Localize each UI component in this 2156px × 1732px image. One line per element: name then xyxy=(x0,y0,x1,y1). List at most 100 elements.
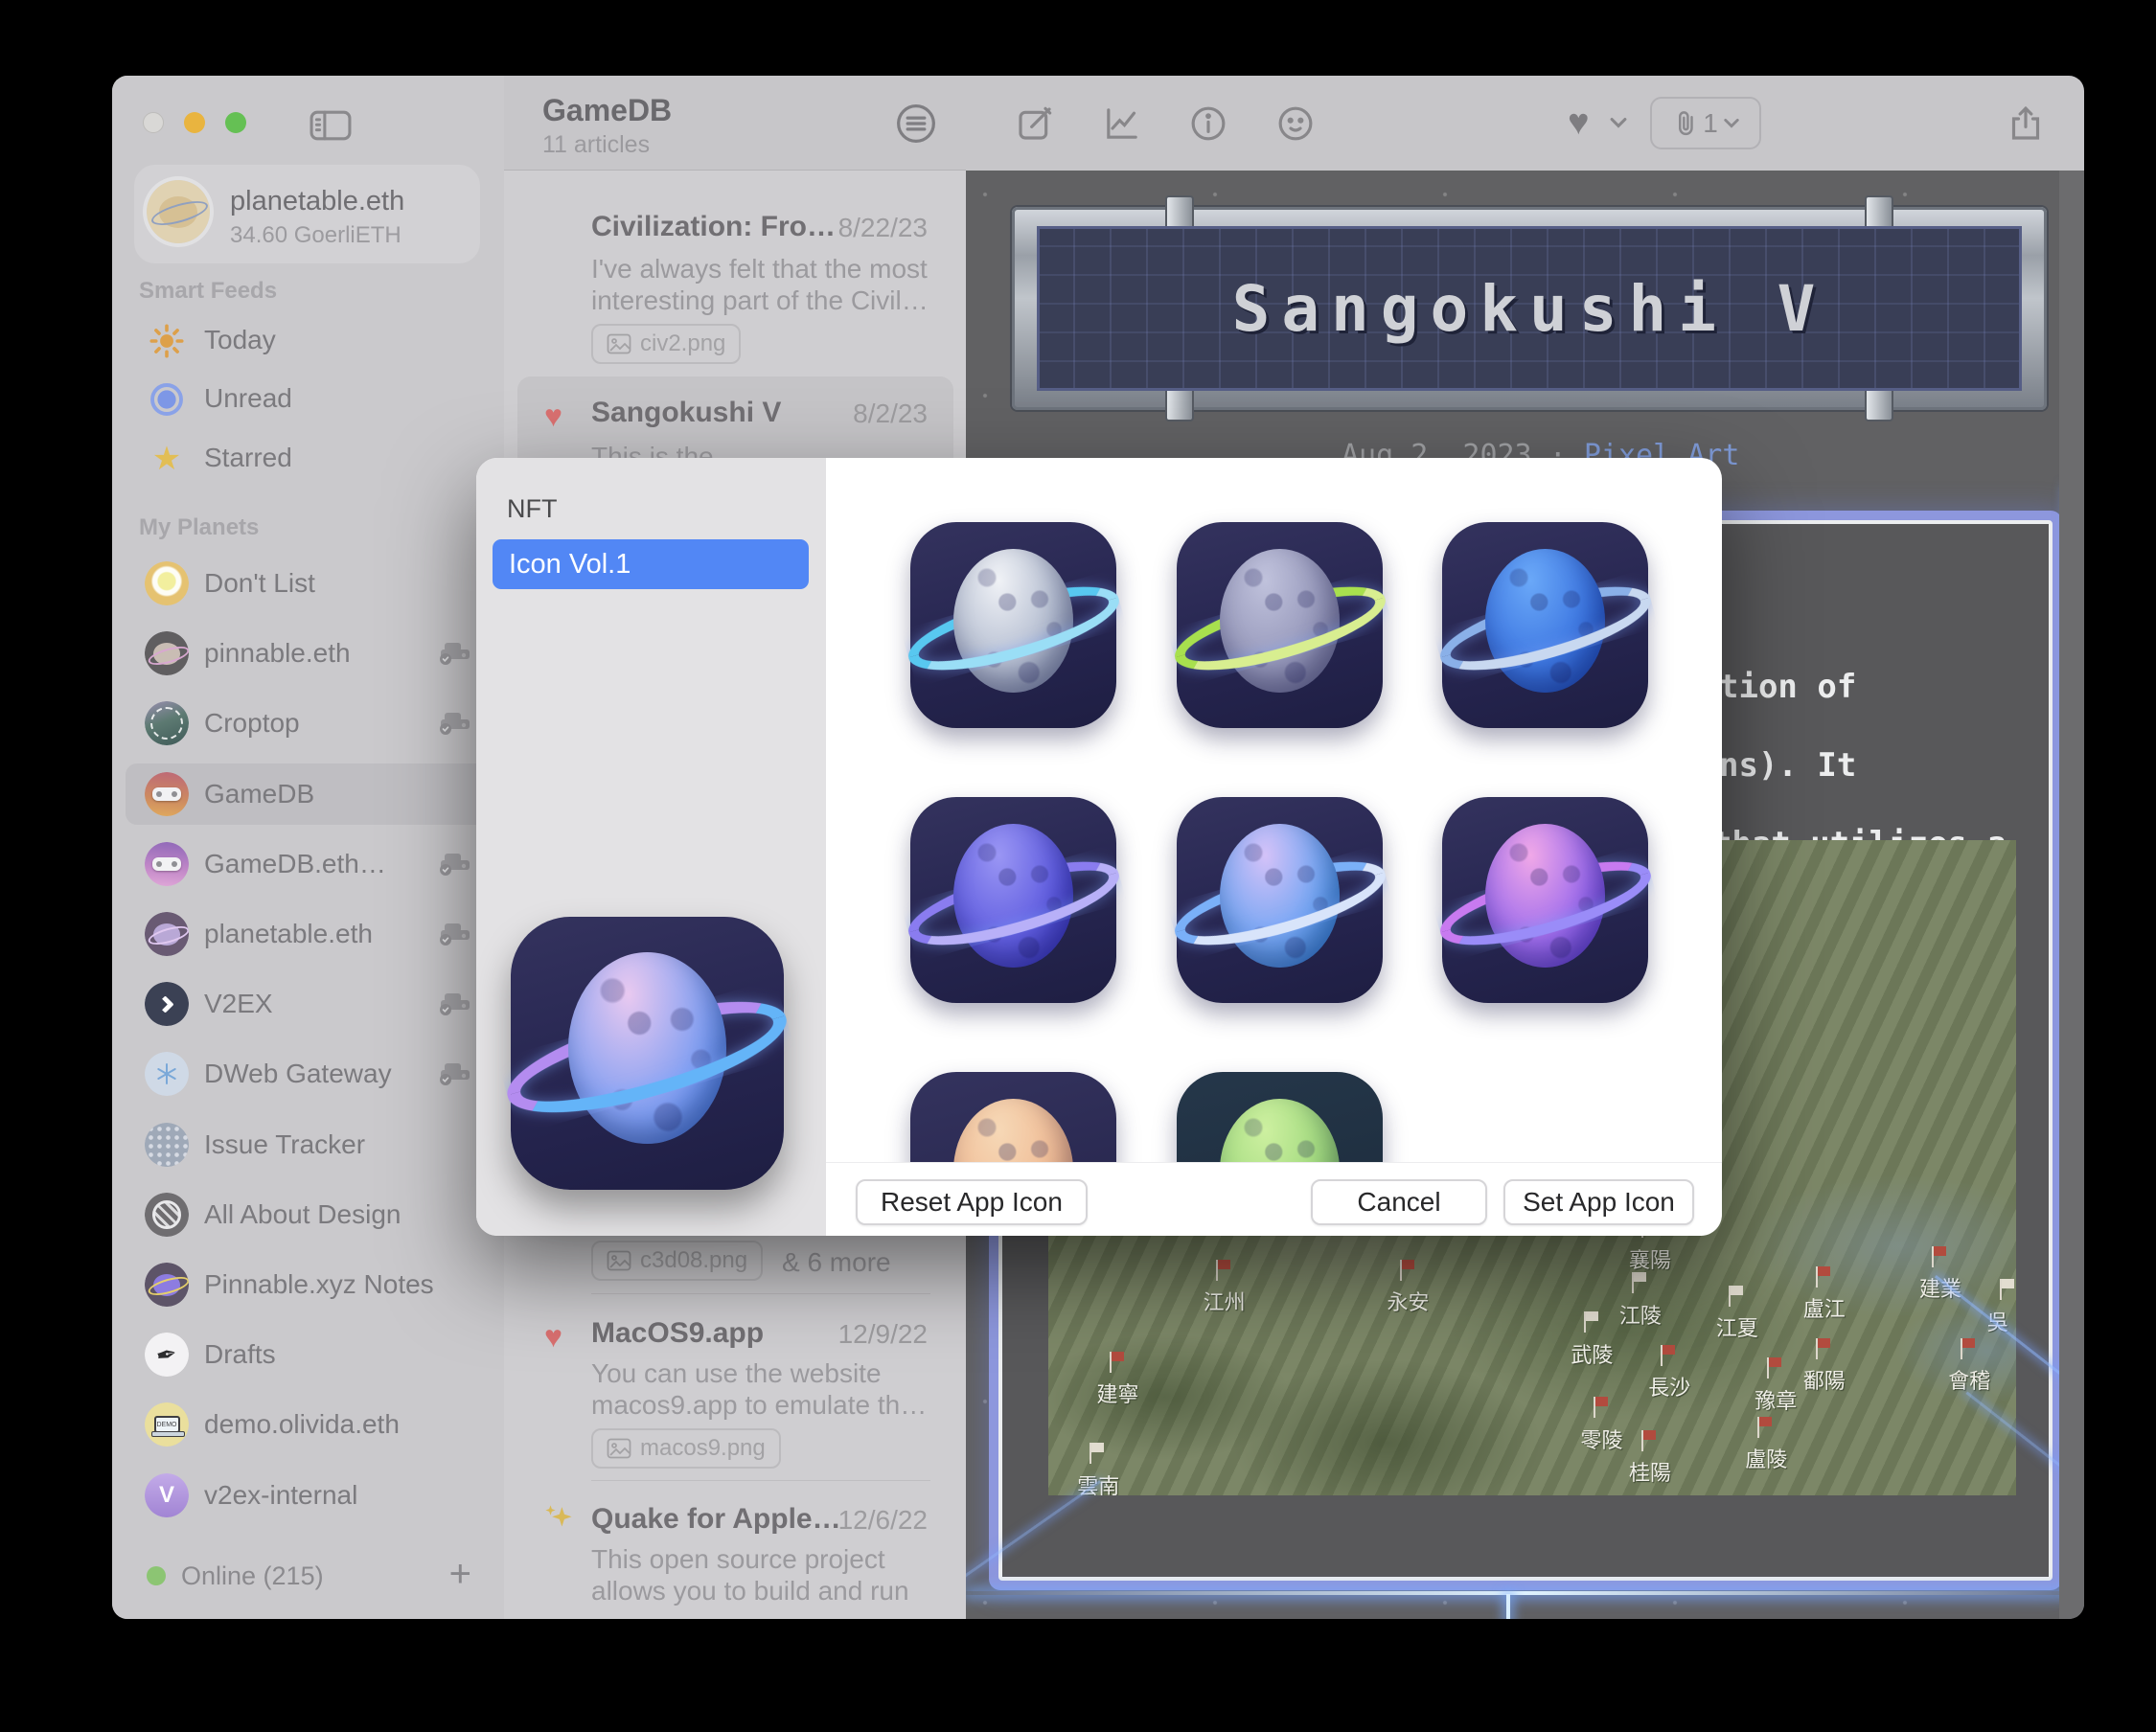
scrollbar-track[interactable] xyxy=(2059,171,2084,1619)
planet-avatar xyxy=(145,1123,189,1167)
feed-menu-icon[interactable] xyxy=(895,103,937,149)
app-icon-option-magenta[interactable] xyxy=(1442,797,1648,1003)
reset-app-icon-button[interactable]: Reset App Icon xyxy=(856,1179,1088,1225)
pinned-node-icon xyxy=(438,640,472,672)
sidebar-item-v2ex-internal[interactable]: Vv2ex-internal xyxy=(126,1465,490,1526)
collection-label: Icon Vol.1 xyxy=(509,549,631,581)
chevron-down-icon[interactable] xyxy=(1610,116,1627,133)
app-icon-option-silver-cyan[interactable] xyxy=(910,522,1116,728)
icon-source-pane: NFT Icon Vol.1 xyxy=(476,458,826,1236)
close-button[interactable] xyxy=(143,112,164,133)
stats-icon[interactable] xyxy=(1103,104,1141,148)
sidebar-item-label: Today xyxy=(204,325,276,355)
sidebar-item-label: Issue Tracker xyxy=(204,1129,365,1160)
map-city-label: 零陵 xyxy=(1581,1424,1623,1454)
body-text-fragment: tion of xyxy=(1719,668,1856,706)
cancel-button[interactable]: Cancel xyxy=(1311,1179,1487,1225)
sidebar-item-today[interactable]: Today xyxy=(126,309,490,371)
chevron-down-icon xyxy=(1724,118,1739,128)
sidebar-item-don-t-list[interactable]: Don't List xyxy=(126,553,490,614)
compose-icon[interactable] xyxy=(1016,104,1054,148)
map-city-label: 永安 xyxy=(1388,1286,1430,1316)
article-preview: I've always felt that the most interesti… xyxy=(591,253,929,316)
article-date: 12/9/22 xyxy=(838,1319,928,1350)
emoji-icon[interactable] xyxy=(1276,104,1315,148)
star-icon: ★ xyxy=(149,441,185,477)
app-icon-option-purple-blue[interactable] xyxy=(1177,797,1383,1003)
sidebar-item-label: Croptop xyxy=(204,708,300,739)
map-city-label: 長沙 xyxy=(1648,1371,1690,1402)
sidebar-item-dweb-gateway[interactable]: DWeb Gateway xyxy=(126,1043,490,1105)
sidebar-item-label: GameDB xyxy=(204,779,314,809)
app-icon-option-peach-partial[interactable] xyxy=(910,1072,1116,1163)
sidebar-item-croptop[interactable]: Croptop xyxy=(126,693,490,754)
paperclip-icon xyxy=(1672,109,1697,138)
map-flag-marker xyxy=(2002,1279,2014,1288)
app-icon-option-indigo[interactable] xyxy=(910,797,1116,1003)
sidebar-item-pinnable-xyz-notes[interactable]: Pinnable.xyz Notes xyxy=(126,1254,490,1315)
attachment-name: civ2.png xyxy=(640,330,725,357)
minimize-button[interactable] xyxy=(184,112,205,133)
app-icon-option-green-partial[interactable] xyxy=(1177,1072,1383,1163)
favorite-icon[interactable]: ♥ xyxy=(1568,103,1590,144)
planet-avatar xyxy=(145,561,189,605)
icon-grid-pane: Reset App Icon Cancel Set App Icon xyxy=(826,458,1722,1236)
article-preview: This is the xyxy=(591,441,929,458)
share-icon[interactable] xyxy=(2007,104,2045,148)
map-city-label: 會稽 xyxy=(1948,1364,1990,1395)
online-status-dot xyxy=(147,1566,166,1585)
map-flag-marker xyxy=(1218,1260,1230,1269)
sidebar-item-gamedb[interactable]: GameDB xyxy=(126,763,490,825)
info-icon[interactable] xyxy=(1189,104,1227,148)
sidebar-item-starred[interactable]: ★ Starred xyxy=(126,427,490,489)
add-planet-button[interactable]: + xyxy=(449,1553,471,1596)
sidebar-item-pinnable-eth[interactable]: pinnable.eth xyxy=(126,623,490,684)
sidebar-item-issue-tracker[interactable]: Issue Tracker xyxy=(126,1114,490,1175)
sidebar-item-drafts[interactable]: ✒Drafts xyxy=(126,1324,490,1385)
map-city-label: 盧江 xyxy=(1803,1292,1846,1323)
pinned-node-icon xyxy=(438,710,472,741)
attachment-chip: c3d08.png xyxy=(591,1241,763,1281)
map-city-label: 江陵 xyxy=(1619,1299,1662,1330)
sidebar-item-label: demo.olivida.eth xyxy=(204,1409,400,1440)
attachment-chip: civ2.png xyxy=(591,324,741,364)
app-icon-option-lavender-lime[interactable] xyxy=(1177,522,1383,728)
attachments-dropdown[interactable]: 1 xyxy=(1650,97,1761,149)
sidebar-item-demo-olivida-eth[interactable]: DEMO demo.olivida.eth xyxy=(126,1394,490,1455)
planet-avatar: ✒ xyxy=(145,1333,189,1377)
map-flag-marker xyxy=(1634,1272,1646,1282)
app-icon-picker-dialog: NFT Icon Vol.1 Reset App Icon Cancel Set… xyxy=(476,458,1722,1236)
sidebar-item-planetable-eth[interactable]: planetable.eth xyxy=(126,903,490,965)
sidebar-item-gamedb-eth[interactable]: GameDB.eth… xyxy=(126,833,490,895)
body-text-fragment: ns). It xyxy=(1719,746,1856,785)
zoom-button[interactable] xyxy=(225,112,246,133)
sidebar-item-all-about-design[interactable]: All About Design xyxy=(126,1184,490,1245)
article-hero-banner: Sangokushi V xyxy=(1012,207,2047,410)
planet-avatar: DEMO xyxy=(145,1402,189,1447)
divider xyxy=(591,1480,930,1481)
set-app-icon-button[interactable]: Set App Icon xyxy=(1503,1179,1694,1225)
sparkles-icon xyxy=(542,1502,575,1539)
map-city-label: 襄陽 xyxy=(1629,1243,1671,1274)
map-city-label: 盧陵 xyxy=(1745,1443,1787,1473)
sidebar-item-label: pinnable.eth xyxy=(204,638,351,669)
app-icon-option-blue[interactable] xyxy=(1442,522,1648,728)
map-flag-marker xyxy=(1731,1286,1743,1295)
feed-header: GameDB 11 articles xyxy=(504,76,966,171)
sidebar-item-label: v2ex-internal xyxy=(204,1480,357,1511)
map-flag-marker xyxy=(1595,1397,1608,1406)
my-planets-header: My Planets xyxy=(139,514,259,541)
article-preview: You can use the website macos9.app to em… xyxy=(591,1357,929,1421)
user-card[interactable]: planetable.eth 34.60 GoerliETH xyxy=(134,165,480,263)
map-flag-marker xyxy=(1112,1352,1124,1361)
divider xyxy=(591,1293,930,1294)
sidebar-item-v2ex[interactable]: V2EX xyxy=(126,973,490,1035)
feed-title: GameDB xyxy=(542,93,672,128)
planet-avatar xyxy=(145,1193,189,1237)
article-preview: This open source project allows you to b… xyxy=(591,1543,929,1607)
sidebar-toggle-icon[interactable] xyxy=(309,107,353,148)
sidebar-item-unread[interactable]: Unread xyxy=(126,368,490,429)
planet-avatar xyxy=(145,842,189,886)
collection-item-icon-vol1[interactable]: Icon Vol.1 xyxy=(493,539,809,589)
pinned-node-icon xyxy=(438,851,472,882)
